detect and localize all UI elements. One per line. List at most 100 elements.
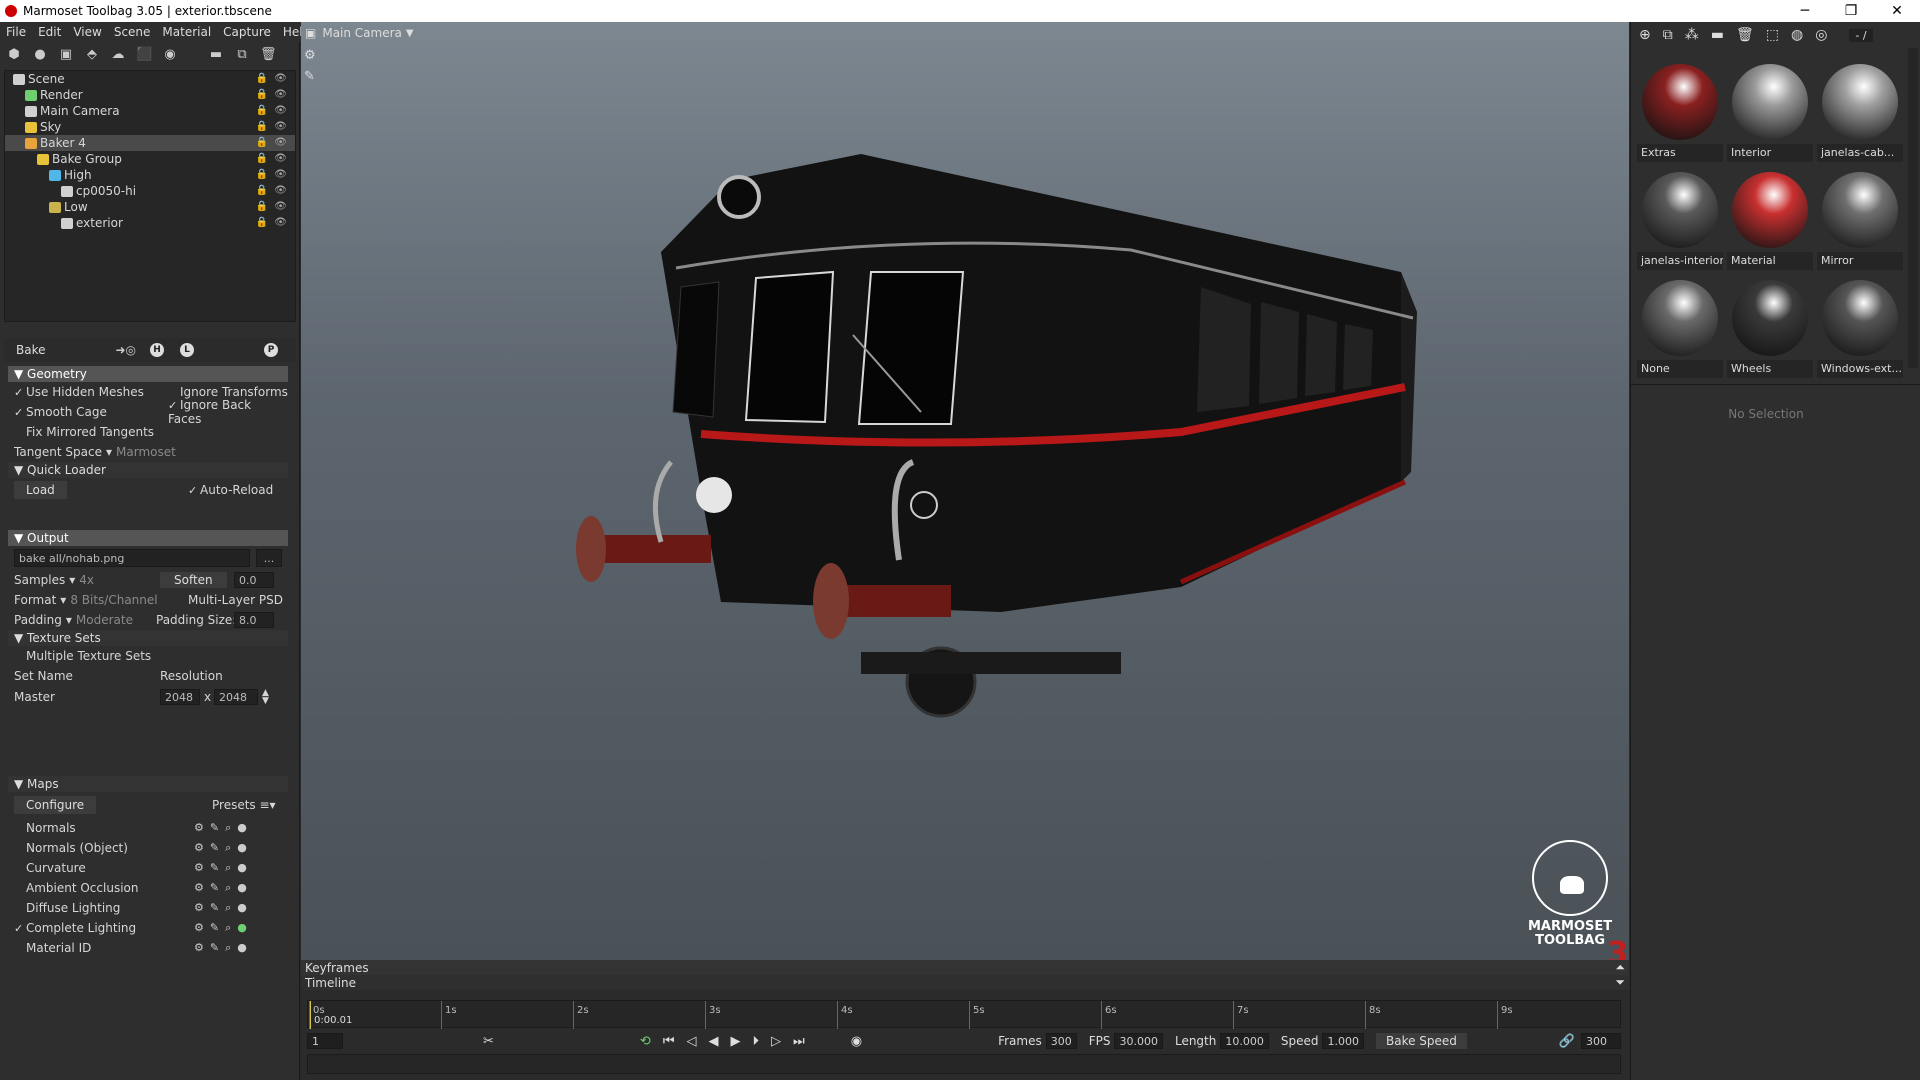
output-path-field[interactable]: bake all/nohab.png [14, 549, 250, 567]
tree-item[interactable]: Main Camera 🔒 👁 [5, 103, 295, 119]
material-item[interactable]: janelas-interior [1637, 166, 1723, 272]
prev-key-icon[interactable]: ◁ [687, 1034, 697, 1049]
collapse-timeline-icon[interactable]: ⏷ [1615, 975, 1625, 990]
map-edit-icon[interactable]: ✎ [210, 901, 219, 915]
visibility-eye-icon[interactable]: 👁 [274, 199, 287, 215]
add-material-icon[interactable]: ⊕ [1639, 27, 1651, 43]
tree-item[interactable]: exterior 🔒 👁 [5, 215, 295, 231]
add-fog-icon[interactable]: ☁ [110, 48, 126, 62]
auto-reload-checkbox[interactable]: ✓ [188, 484, 200, 497]
map-status-icon[interactable]: ● [237, 861, 247, 875]
configure-button[interactable]: Configure [14, 796, 97, 814]
map-settings-icon[interactable]: ⚙ [194, 861, 204, 875]
map-edit-icon[interactable]: ✎ [210, 861, 219, 875]
tree-item[interactable]: Render 🔒 👁 [5, 87, 295, 103]
menu-view[interactable]: View [73, 25, 101, 39]
keyframes-header[interactable]: Keyframes ⏶ [301, 960, 1629, 975]
map-status-icon[interactable]: ● [237, 841, 247, 855]
timeline-track[interactable] [307, 1054, 1621, 1074]
material-item[interactable]: Extras [1637, 58, 1723, 164]
soften-button[interactable]: Soften [160, 572, 227, 588]
use-hidden-meshes-checkbox[interactable]: ✓ [14, 386, 26, 399]
tree-item[interactable]: Baker 4 🔒 👁 [5, 135, 295, 151]
bake-button[interactable]: Bake [4, 341, 58, 359]
minimize-button[interactable]: ─ [1782, 0, 1828, 22]
tree-item[interactable]: Low 🔒 👁 [5, 199, 295, 215]
bake-low-icon[interactable]: L [180, 343, 195, 357]
visibility-eye-icon[interactable]: 👁 [274, 151, 287, 167]
add-shadow-catcher-icon[interactable]: ⬘ [84, 48, 100, 62]
loop-icon[interactable]: ⟲ [640, 1034, 651, 1049]
close-button[interactable]: ✕ [1874, 0, 1920, 22]
add-turntable-icon[interactable]: ◉ [162, 48, 178, 62]
material-item[interactable]: Windows-ext... [1817, 274, 1903, 380]
material-folder-icon[interactable]: ▬ [1711, 27, 1724, 43]
material-sphere[interactable] [1822, 64, 1898, 140]
lock-icon[interactable]: 🔒 [256, 103, 268, 119]
map-edit-icon[interactable]: ✎ [210, 941, 219, 955]
frames-field[interactable]: 300 [1045, 1033, 1077, 1049]
map-status-icon[interactable]: ● [237, 821, 247, 835]
import-folder-icon[interactable]: ▬ [208, 48, 224, 62]
geometry-header[interactable]: ▼ Geometry [8, 366, 288, 382]
material-item[interactable]: None [1637, 274, 1723, 380]
lock-icon[interactable]: 🔒 [256, 87, 268, 103]
fps-field[interactable]: 30.000 [1114, 1033, 1163, 1049]
map-search-icon[interactable]: ⌕ [225, 841, 231, 855]
material-sphere[interactable] [1642, 172, 1718, 248]
material-sphere[interactable] [1642, 64, 1718, 140]
visibility-eye-icon[interactable]: 👁 [274, 103, 287, 119]
maps-header[interactable]: ▼ Maps [8, 776, 288, 792]
tree-item[interactable]: High 🔒 👁 [5, 167, 295, 183]
timeline-ruler[interactable]: 0:00.01 0s 1s 2s 3s 4s 5s 6s 7s 8s 9s [307, 1000, 1621, 1029]
map-settings-icon[interactable]: ⚙ [194, 841, 204, 855]
maximize-button[interactable]: ❐ [1828, 0, 1874, 22]
bake-options-icon[interactable]: ➜◎ [116, 343, 137, 357]
tangent-dropdown-icon[interactable]: ▾ [106, 445, 112, 459]
material-picker-icon[interactable]: ◍ [1791, 27, 1803, 43]
material-sphere[interactable] [1732, 280, 1808, 356]
resolution-height-field[interactable]: 2048 [214, 689, 258, 705]
material-sphere[interactable] [1822, 172, 1898, 248]
delete-icon[interactable]: 🗑 [260, 48, 277, 62]
map-search-icon[interactable]: ⌕ [225, 921, 231, 935]
map-checkbox[interactable]: ✓ [14, 922, 26, 935]
length-field[interactable]: 10.000 [1220, 1033, 1269, 1049]
visibility-eye-icon[interactable]: 👁 [274, 215, 287, 231]
resolution-stepper-icon[interactable]: ▲ ▼ [262, 689, 269, 706]
map-search-icon[interactable]: ⌕ [225, 881, 231, 895]
bake-preview-icon[interactable]: P [264, 343, 279, 357]
map-edit-icon[interactable]: ✎ [210, 921, 219, 935]
expand-keyframes-icon[interactable]: ⏶ [1615, 960, 1625, 975]
lock-icon[interactable]: 🔒 [256, 71, 268, 87]
lock-icon[interactable]: 🔒 [256, 199, 268, 215]
menu-capture[interactable]: Capture [223, 25, 271, 39]
map-search-icon[interactable]: ⌕ [225, 901, 231, 915]
material-sphere[interactable] [1732, 64, 1808, 140]
material-assign-icon[interactable]: ⬚ [1766, 27, 1779, 43]
material-sphere[interactable] [1732, 172, 1808, 248]
resolution-width-field[interactable]: 2048 [160, 689, 200, 705]
delete-material-icon[interactable]: 🗑 [1736, 27, 1754, 43]
material-sphere[interactable] [1822, 280, 1898, 356]
lock-icon[interactable]: 🔒 [256, 135, 268, 151]
material-grid-icon[interactable]: ⁂ [1685, 27, 1699, 43]
load-button[interactable]: Load [14, 481, 67, 499]
visibility-eye-icon[interactable]: 👁 [274, 135, 287, 151]
menu-scene[interactable]: Scene [114, 25, 151, 39]
visibility-eye-icon[interactable]: 👁 [274, 183, 287, 199]
map-search-icon[interactable]: ⌕ [225, 821, 231, 835]
tree-item[interactable]: Sky 🔒 👁 [5, 119, 295, 135]
map-settings-icon[interactable]: ⚙ [194, 901, 204, 915]
duplicate-icon[interactable]: ⧉ [234, 48, 250, 62]
material-item[interactable]: janelas-cab... [1817, 58, 1903, 164]
soften-value-field[interactable]: 0.0 [234, 572, 274, 588]
map-settings-icon[interactable]: ⚙ [194, 881, 204, 895]
visibility-eye-icon[interactable]: 👁 [274, 167, 287, 183]
current-frame-field[interactable]: 1 [307, 1033, 343, 1049]
menu-file[interactable]: File [6, 25, 26, 39]
output-header[interactable]: ▼ Output [8, 530, 288, 546]
lock-icon[interactable]: 🔒 [256, 167, 268, 183]
map-search-icon[interactable]: ⌕ [225, 941, 231, 955]
map-search-icon[interactable]: ⌕ [225, 861, 231, 875]
